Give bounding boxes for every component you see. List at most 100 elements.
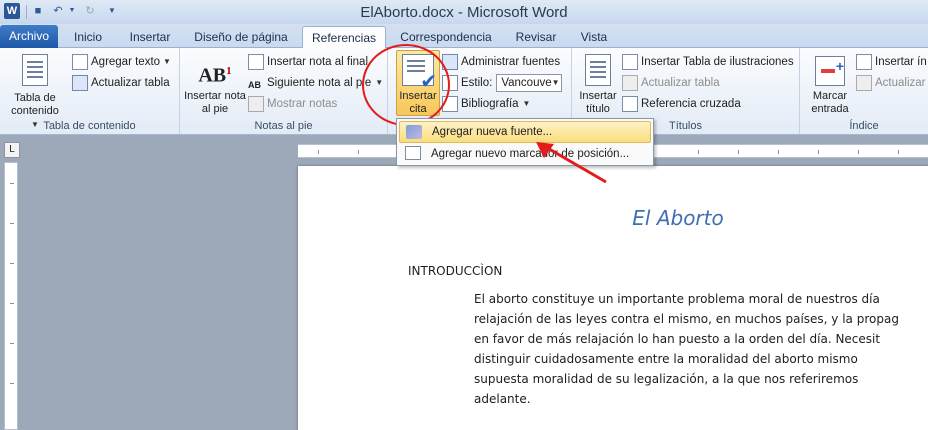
ruler-tick [358,150,359,154]
add-text-button[interactable]: Agregar texto ▼ [72,52,171,72]
add-text-icon [72,54,88,70]
insert-index-label: Insertar ín [875,56,927,68]
style-label: Estilo: [461,77,493,89]
ruler-tick [10,183,14,184]
ruler-tick [10,223,14,224]
ruler-tick [10,263,14,264]
insert-endnote-label: Insertar nota al final [267,56,369,68]
insert-citation-menu: Agregar nueva fuente... Agregar nuevo ma… [396,118,654,166]
ruler-tick [818,150,819,154]
group-indice: Marcar entrada Insertar ín Actualizar Ín… [800,48,928,134]
insert-citation-icon [402,54,437,89]
toc-button-label: Tabla de contenido [11,92,59,117]
style-value: Vancouve [501,77,552,89]
insert-table-of-figures-label: Insertar Tabla de ilustraciones [641,56,794,68]
next-footnote-button[interactable]: AB Siguiente nota al pie ▼ [248,73,383,93]
bibliography-icon [442,96,458,112]
next-footnote-label: Siguiente nota al pie [267,77,372,89]
ribbon-tabs: Archivo Inicio Insertar Diseño de página… [0,24,928,49]
ruler-tick [898,150,899,154]
ruler-tick [698,150,699,154]
tab-selector-button[interactable]: L [4,142,20,158]
document-heading: INTRODUCCÌON [408,264,503,278]
title-bar: W ■ ↶ ▼ ↻ ▼ ElAborto.docx - Microsoft Wo… [0,0,928,24]
tab-inicio[interactable]: Inicio [66,26,110,48]
tab-archivo[interactable]: Archivo [0,25,58,48]
insert-index-button[interactable]: Insertar ín [856,52,927,72]
update-table-icon [72,75,88,91]
insert-endnote-button[interactable]: Insertar nota al final [248,52,368,72]
tab-vista[interactable]: Vista [574,26,614,48]
insert-table-of-figures-button[interactable]: Insertar Tabla de ilustraciones [622,52,794,72]
style-icon [442,75,458,91]
menu-item-label: Agregar nueva fuente... [432,126,553,138]
tab-diseno-de-pagina[interactable]: Diseño de página [188,26,294,48]
paragraph-line: en favor de más relajación lo han puesto… [474,332,881,346]
tab-referencias[interactable]: Referencias [302,26,386,49]
ruler-tick [738,150,739,154]
cross-reference-icon [622,96,638,112]
show-notes-button[interactable]: Mostrar notas [248,94,337,114]
tab-insertar[interactable]: Insertar [122,26,178,48]
footnote-ab-icon: AB1 [198,64,232,87]
cross-reference-button[interactable]: Referencia cruzada [622,94,741,114]
update-index-label: Actualizar [875,77,926,89]
vertical-ruler[interactable] [4,162,18,430]
update-table-icon [622,75,638,91]
insert-citation-button[interactable]: Insertar cita ▼ [396,50,440,127]
update-table-button[interactable]: Actualizar tabla [72,73,170,93]
document-page[interactable]: El Aborto INTRODUCCÌON El aborto constit… [298,166,928,430]
annotation-arrow [536,142,607,184]
manage-sources-button[interactable]: Administrar fuentes [442,52,560,72]
insert-footnote-button[interactable]: AB1 Insertar nota al pie [184,56,246,116]
style-selector[interactable]: Estilo: Vancouve ▼ [442,73,563,93]
show-notes-label: Mostrar notas [267,98,338,110]
paragraph-line: adelante. [474,392,531,406]
update-table-of-figures-button[interactable]: Actualizar tabla [622,73,720,93]
paragraph-line: supuesta moralidad de su legalización, a… [474,372,859,386]
insert-caption-button[interactable]: Insertar título [576,54,620,116]
ruler-tick [10,383,14,384]
cross-reference-label: Referencia cruzada [641,98,741,110]
insert-caption-icon [585,54,611,86]
mark-entry-button[interactable]: Marcar entrada [806,56,854,116]
update-table-label: Actualizar tabla [91,77,170,89]
ruler-tick [10,343,14,344]
ruler-tick [858,150,859,154]
bibliography-button[interactable]: Bibliografía ▼ [442,94,530,114]
insert-citation-label: Insertar cita [399,90,437,115]
ruler-tick [318,150,319,154]
add-source-icon [406,125,422,139]
chevron-down-icon: ▼ [375,78,384,87]
chevron-down-icon: ▼ [522,99,531,108]
group-notas-al-pie: AB1 Insertar nota al pie Insertar nota a… [180,48,388,134]
tab-revisar[interactable]: Revisar [510,26,562,48]
manage-sources-icon [442,54,458,70]
show-notes-icon [248,96,264,112]
paragraph-line: relajación de las leyes contra el mismo,… [474,312,899,326]
mark-entry-label: Marcar entrada [811,90,849,115]
group-label-tabla-de-contenido: Tabla de contenido [43,120,136,132]
insert-index-icon [856,54,872,70]
bibliography-label: Bibliografía [461,98,519,110]
ruler-tick [778,150,779,154]
style-dropdown[interactable]: Vancouve ▼ [496,74,563,92]
add-placeholder-icon [405,146,421,160]
arrow-shaft [543,144,607,184]
insert-caption-label: Insertar título [579,90,617,115]
group-label-notas-al-pie: Notas al pie [254,120,313,132]
manage-sources-label: Administrar fuentes [461,56,561,68]
group-label-indice: Índice [849,120,879,132]
table-of-figures-icon [622,54,638,70]
tab-correspondencia[interactable]: Correspondencia [392,26,500,48]
window-title: ElAborto.docx - Microsoft Word [360,4,568,21]
chevron-down-icon: ▼ [551,78,560,87]
group-tabla-de-contenido: Tabla de contenido ▼ Agregar texto ▼ Act… [0,48,180,134]
ruler-tick [10,303,14,304]
mark-entry-icon [815,56,845,86]
next-footnote-icon: AB [248,80,261,90]
add-text-label: Agregar texto [91,56,161,68]
paragraph-line: El aborto constituye un importante probl… [474,292,880,306]
update-index-icon [856,75,872,91]
update-index-button[interactable]: Actualizar [856,73,926,93]
